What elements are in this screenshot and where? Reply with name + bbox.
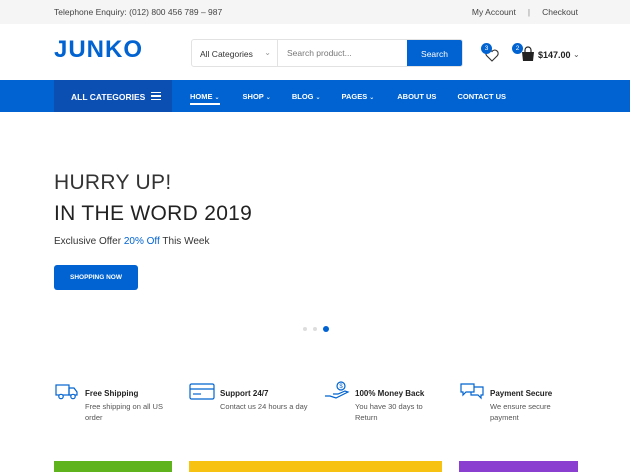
slider-dot[interactable]	[313, 327, 317, 331]
main-nav: ALL CATEGORIES HOME ⌄ SHOP ⌄ BLOG ⌄ PAGES ⌄ …	[0, 80, 630, 112]
search-bar: All Categories ⌄ Search	[191, 39, 463, 67]
top-links-separator: |	[527, 7, 531, 17]
top-bar: Telephone Enquiry: (012) 800 456 789 – 9…	[0, 0, 630, 24]
slider-dots	[303, 326, 335, 332]
chat-bubbles-icon	[460, 383, 484, 400]
money-hand-icon: $	[325, 381, 350, 399]
offer-prefix: Exclusive Offer	[54, 236, 124, 247]
nav-item-label: CONTACT US	[457, 92, 507, 101]
nav-item-blog[interactable]: BLOG ⌄	[292, 80, 321, 112]
top-links: My Account | Checkout	[472, 7, 578, 17]
logo[interactable]: JUNKO	[54, 36, 143, 64]
chevron-down-icon: ⌄	[264, 48, 271, 57]
feature-desc: Free shipping on all US order	[85, 402, 163, 422]
hamburger-icon	[151, 92, 161, 100]
hero-offer: Exclusive Offer 20% Off This Week	[54, 236, 209, 247]
chevron-down-icon: ⌄	[265, 95, 271, 101]
cart-total: $147.00	[538, 50, 571, 60]
site-header: JUNKO All Categories ⌄ Search 3 2 $147.0…	[0, 24, 630, 80]
nav-item-label: SHOP	[242, 92, 264, 101]
promo-banner-green[interactable]	[54, 461, 172, 472]
wishlist-count-badge: 3	[481, 43, 492, 54]
feature-title: Payment Secure	[490, 389, 553, 398]
offer-highlight: 20% Off	[123, 236, 160, 247]
offer-suffix: This Week	[159, 236, 210, 247]
chevron-down-icon: ⌄	[214, 95, 220, 101]
cart-count-badge: 2	[512, 43, 523, 54]
nav-item-home[interactable]: HOME ⌄	[190, 80, 220, 112]
hero-slider: HURRY UP! IN THE WORD 2019 Exclusive Off…	[0, 112, 630, 352]
shopping-now-button[interactable]: SHOPPING NOW	[54, 265, 138, 290]
feature-desc: You have 30 days to Return	[355, 402, 423, 422]
wishlist-button[interactable]: 3	[481, 43, 503, 66]
nav-item-label: PAGES	[341, 92, 368, 101]
nav-item-about-us[interactable]: ABOUT US	[397, 80, 436, 112]
feature-title: Free Shipping	[85, 389, 139, 398]
hero-title-line1: HURRY UP!	[54, 171, 172, 194]
promo-banner-yellow[interactable]	[189, 461, 442, 472]
chevron-down-icon: ⌄	[369, 95, 375, 101]
cart-button[interactable]: 2 $147.00 ⌄	[512, 43, 582, 66]
slider-dot-active[interactable]	[323, 326, 329, 332]
all-categories-label: ALL CATEGORIES	[71, 92, 146, 102]
nav-item-shop[interactable]: SHOP ⌄	[243, 80, 271, 112]
credit-card-icon	[189, 383, 215, 400]
slider-dot[interactable]	[303, 327, 307, 331]
features-row: Free Shipping Free shipping on all US or…	[0, 380, 630, 440]
search-input[interactable]	[278, 40, 407, 66]
feature-title: 100% Money Back	[355, 389, 425, 398]
nav-item-label: ABOUT US	[397, 92, 437, 101]
all-categories-button[interactable]: ALL CATEGORIES	[54, 80, 172, 112]
nav-menu: HOME ⌄ SHOP ⌄ BLOG ⌄ PAGES ⌄ ABOUT US CONTAC…	[190, 80, 506, 112]
search-category-select[interactable]: All Categories ⌄	[192, 40, 278, 66]
nav-item-label: BLOG	[291, 92, 314, 101]
truck-icon	[55, 384, 78, 400]
feature-desc: We ensure secure payment	[490, 402, 551, 422]
promo-banner-purple[interactable]	[459, 461, 578, 472]
nav-item-label: HOME	[190, 92, 213, 101]
chevron-down-icon: ⌄	[573, 50, 580, 59]
chevron-down-icon: ⌄	[315, 95, 321, 101]
telephone-enquiry: Telephone Enquiry: (012) 800 456 789 – 9…	[54, 7, 223, 17]
nav-item-pages[interactable]: PAGES ⌄	[342, 80, 375, 112]
nav-item-contact-us[interactable]: CONTACT US	[457, 80, 506, 112]
search-button[interactable]: Search	[407, 40, 462, 66]
feature-desc: Contact us 24 hours a day	[220, 402, 308, 411]
feature-title: Support 24/7	[220, 389, 269, 398]
checkout-link[interactable]: Checkout	[542, 7, 578, 17]
hero-title-line2: IN THE WORD 2019	[54, 202, 253, 225]
my-account-link[interactable]: My Account	[472, 7, 516, 17]
search-category-label: All Categories	[200, 49, 253, 59]
